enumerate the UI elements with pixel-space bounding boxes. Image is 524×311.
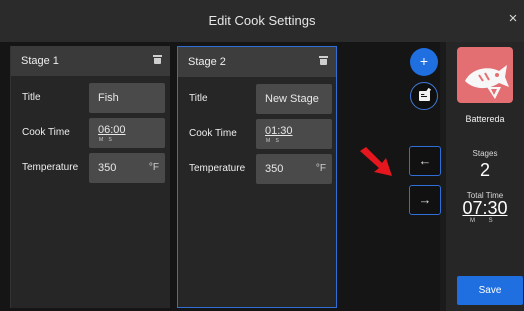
temperature-field[interactable]: 350 °F bbox=[89, 153, 165, 183]
cook-time-label: Cook Time bbox=[22, 127, 70, 138]
action-rail: + ← → bbox=[408, 45, 441, 311]
save-label: Save bbox=[478, 285, 502, 296]
temperature-unit: °F bbox=[148, 162, 159, 173]
stages-label: Stages bbox=[472, 149, 498, 158]
recipe-thumbnail bbox=[457, 47, 513, 103]
temperature-value: 350 bbox=[265, 163, 284, 175]
temperature-value: 350 bbox=[98, 162, 117, 174]
cook-time-field[interactable]: 06:00 M S bbox=[89, 118, 165, 148]
cook-time-field[interactable]: 01:30 M S bbox=[256, 119, 332, 149]
cook-time-row: Cook Time 06:00 M S bbox=[11, 118, 170, 148]
move-right-button[interactable]: → bbox=[409, 185, 441, 215]
title-row: Title New Stage bbox=[178, 84, 336, 114]
total-time-units: M S bbox=[470, 218, 499, 224]
recipe-name: Battereda bbox=[465, 114, 505, 124]
summary-panel: Battereda Stages 2 Total Time 07:30 M S … bbox=[446, 42, 524, 311]
cook-time-value: 01:30 bbox=[265, 125, 293, 137]
title-label: Title bbox=[22, 92, 41, 103]
move-left-button[interactable]: ← bbox=[409, 146, 441, 176]
title-row: Title Fish bbox=[11, 83, 170, 113]
stages-count: 2 bbox=[479, 160, 490, 180]
temperature-unit: °F bbox=[315, 163, 326, 174]
title-value: Fish bbox=[98, 92, 119, 104]
red-arrow-icon bbox=[360, 147, 392, 176]
stage-card-2[interactable]: Stage 2 Title New Stage Cook Time 01:30 … bbox=[177, 46, 337, 308]
total-time-value: 07:30 bbox=[462, 198, 508, 218]
temperature-label: Temperature bbox=[22, 162, 79, 173]
stage-header: Stage 2 bbox=[178, 47, 336, 77]
stage-card-1[interactable]: Stage 1 Title Fish Cook Time 06:00 M S T… bbox=[10, 46, 170, 308]
edit-note-button[interactable] bbox=[410, 82, 438, 110]
save-button[interactable]: Save bbox=[457, 276, 523, 305]
fish-icon bbox=[465, 65, 509, 99]
cook-time-units: M S bbox=[266, 138, 281, 144]
title-value: New Stage bbox=[265, 93, 319, 105]
arrow-right-icon: → bbox=[418, 192, 432, 207]
cook-time-units: M S bbox=[99, 137, 114, 143]
stage-header: Stage 1 bbox=[11, 46, 170, 76]
title-field[interactable]: New Stage bbox=[256, 84, 332, 114]
temperature-row: Temperature 350 °F bbox=[11, 153, 170, 183]
cook-time-label: Cook Time bbox=[189, 128, 237, 139]
temperature-label: Temperature bbox=[189, 163, 246, 174]
title-label: Title bbox=[189, 93, 208, 104]
title-field[interactable]: Fish bbox=[89, 83, 165, 113]
add-stage-button[interactable]: + bbox=[410, 48, 438, 76]
stage-name: Stage 1 bbox=[21, 55, 59, 67]
trash-icon[interactable] bbox=[319, 56, 328, 65]
arrow-left-icon: ← bbox=[418, 153, 432, 168]
close-icon[interactable]: × bbox=[504, 10, 522, 28]
cook-time-row: Cook Time 01:30 M S bbox=[178, 119, 336, 149]
plus-icon: + bbox=[419, 53, 429, 69]
trash-icon[interactable] bbox=[153, 55, 162, 64]
title-bar: Edit Cook Settings × bbox=[0, 0, 524, 42]
stage-name: Stage 2 bbox=[188, 56, 226, 68]
temperature-field[interactable]: 350 °F bbox=[256, 154, 332, 184]
window-title: Edit Cook Settings bbox=[208, 13, 316, 28]
temperature-row: Temperature 350 °F bbox=[178, 154, 336, 184]
cook-time-value: 06:00 bbox=[98, 124, 126, 136]
